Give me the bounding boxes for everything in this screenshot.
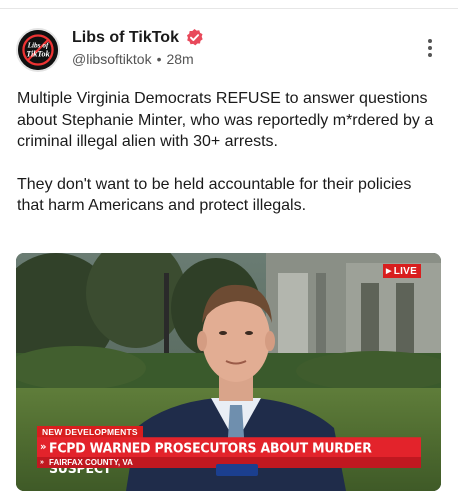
chevron-right-icon: » — [40, 459, 44, 466]
avatar[interactable]: Libs of TikTok — [16, 28, 60, 72]
network-logo-icon — [216, 464, 258, 476]
more-options-icon[interactable] — [424, 36, 436, 60]
svg-text:Libs of: Libs of — [27, 41, 50, 49]
svg-text:TikTok: TikTok — [26, 49, 50, 58]
post-timestamp: 28m — [166, 51, 194, 67]
author-handle[interactable]: @libsoftiktok — [72, 51, 152, 67]
video-media[interactable]: ▶ LIVE NEW DEVELOPMENTS » FCPD WARNED PRO… — [16, 253, 441, 491]
post-body: Multiple Virginia Democrats REFUSE to an… — [17, 88, 437, 217]
meta-separator: • — [156, 51, 162, 67]
chyron-top-label: NEW DEVELOPMENTS — [37, 426, 143, 438]
chyron-headline: » FCPD WARNED PROSECUTORS ABOUT MURDER S… — [37, 437, 421, 476]
live-play-icon: ▶ — [386, 268, 392, 275]
post-paragraph-1: Multiple Virginia Democrats REFUSE to an… — [17, 90, 434, 150]
post-paragraph-2: They don't want to be held accountable f… — [17, 175, 412, 215]
meta-row: @libsoftiktok • 28m — [72, 51, 194, 67]
verified-badge-icon — [186, 28, 203, 46]
avatar-logo-icon: Libs of TikTok — [18, 30, 58, 70]
top-divider — [0, 8, 458, 9]
name-row: Libs of TikTok — [72, 28, 204, 47]
chevron-right-icon: » — [40, 441, 47, 454]
author-display-name[interactable]: Libs of TikTok — [72, 29, 179, 47]
live-badge: ▶ LIVE — [383, 264, 422, 278]
post-header: Libs of TikTok Libs of TikTok @libsoftik… — [16, 26, 442, 74]
